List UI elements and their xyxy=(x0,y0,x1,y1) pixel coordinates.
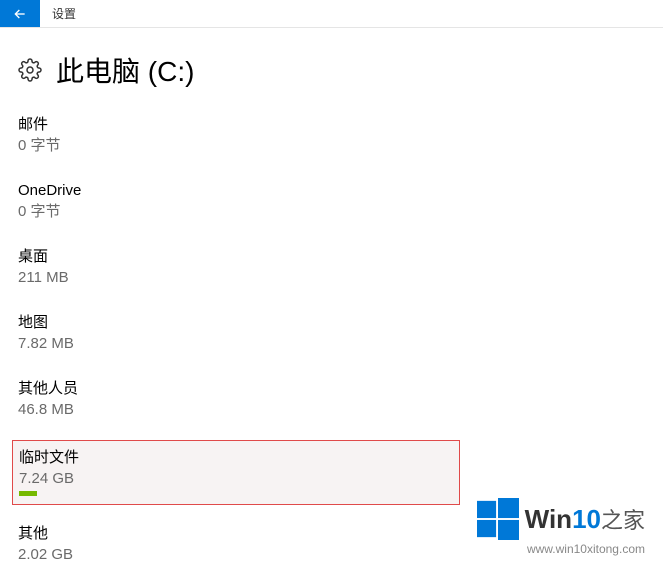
highlighted-item-box: 临时文件 7.24 GB xyxy=(12,440,460,505)
storage-item-temp-files[interactable]: 临时文件 7.24 GB xyxy=(19,447,459,496)
storage-size: 0 字节 xyxy=(18,135,645,156)
storage-size: 0 字节 xyxy=(18,201,645,222)
storage-size: 211 MB xyxy=(18,267,645,288)
back-button[interactable] xyxy=(0,0,40,27)
storage-item-desktop[interactable]: 桌面 211 MB xyxy=(18,228,645,294)
usage-bar xyxy=(19,491,37,496)
page-title: 此电脑 (C:) xyxy=(56,50,194,90)
storage-size: 7.24 GB xyxy=(19,468,459,489)
storage-label: 邮件 xyxy=(18,114,645,135)
storage-label: 临时文件 xyxy=(19,447,459,468)
storage-item-onedrive[interactable]: OneDrive 0 字节 xyxy=(18,162,645,228)
storage-label: 桌面 xyxy=(18,246,645,267)
gear-icon xyxy=(18,58,42,82)
storage-label: 地图 xyxy=(18,312,645,333)
watermark-brand: Win10之家 xyxy=(525,503,645,535)
storage-item-other-people[interactable]: 其他人员 46.8 MB xyxy=(18,360,645,426)
storage-label: OneDrive xyxy=(18,180,645,201)
title-bar: 设置 xyxy=(0,0,663,28)
windows-logo-icon xyxy=(477,498,519,540)
storage-item-mail[interactable]: 邮件 0 字节 xyxy=(18,96,645,162)
storage-size: 46.8 MB xyxy=(18,399,645,420)
watermark-url: www.win10xitong.com xyxy=(477,542,645,556)
back-arrow-icon xyxy=(12,6,28,22)
window-title: 设置 xyxy=(40,0,88,27)
storage-label: 其他人员 xyxy=(18,378,645,399)
storage-item-maps[interactable]: 地图 7.82 MB xyxy=(18,294,645,360)
watermark: Win10之家 www.win10xitong.com xyxy=(477,498,645,556)
storage-size: 7.82 MB xyxy=(18,333,645,354)
page-header: 此电脑 (C:) xyxy=(0,28,663,96)
